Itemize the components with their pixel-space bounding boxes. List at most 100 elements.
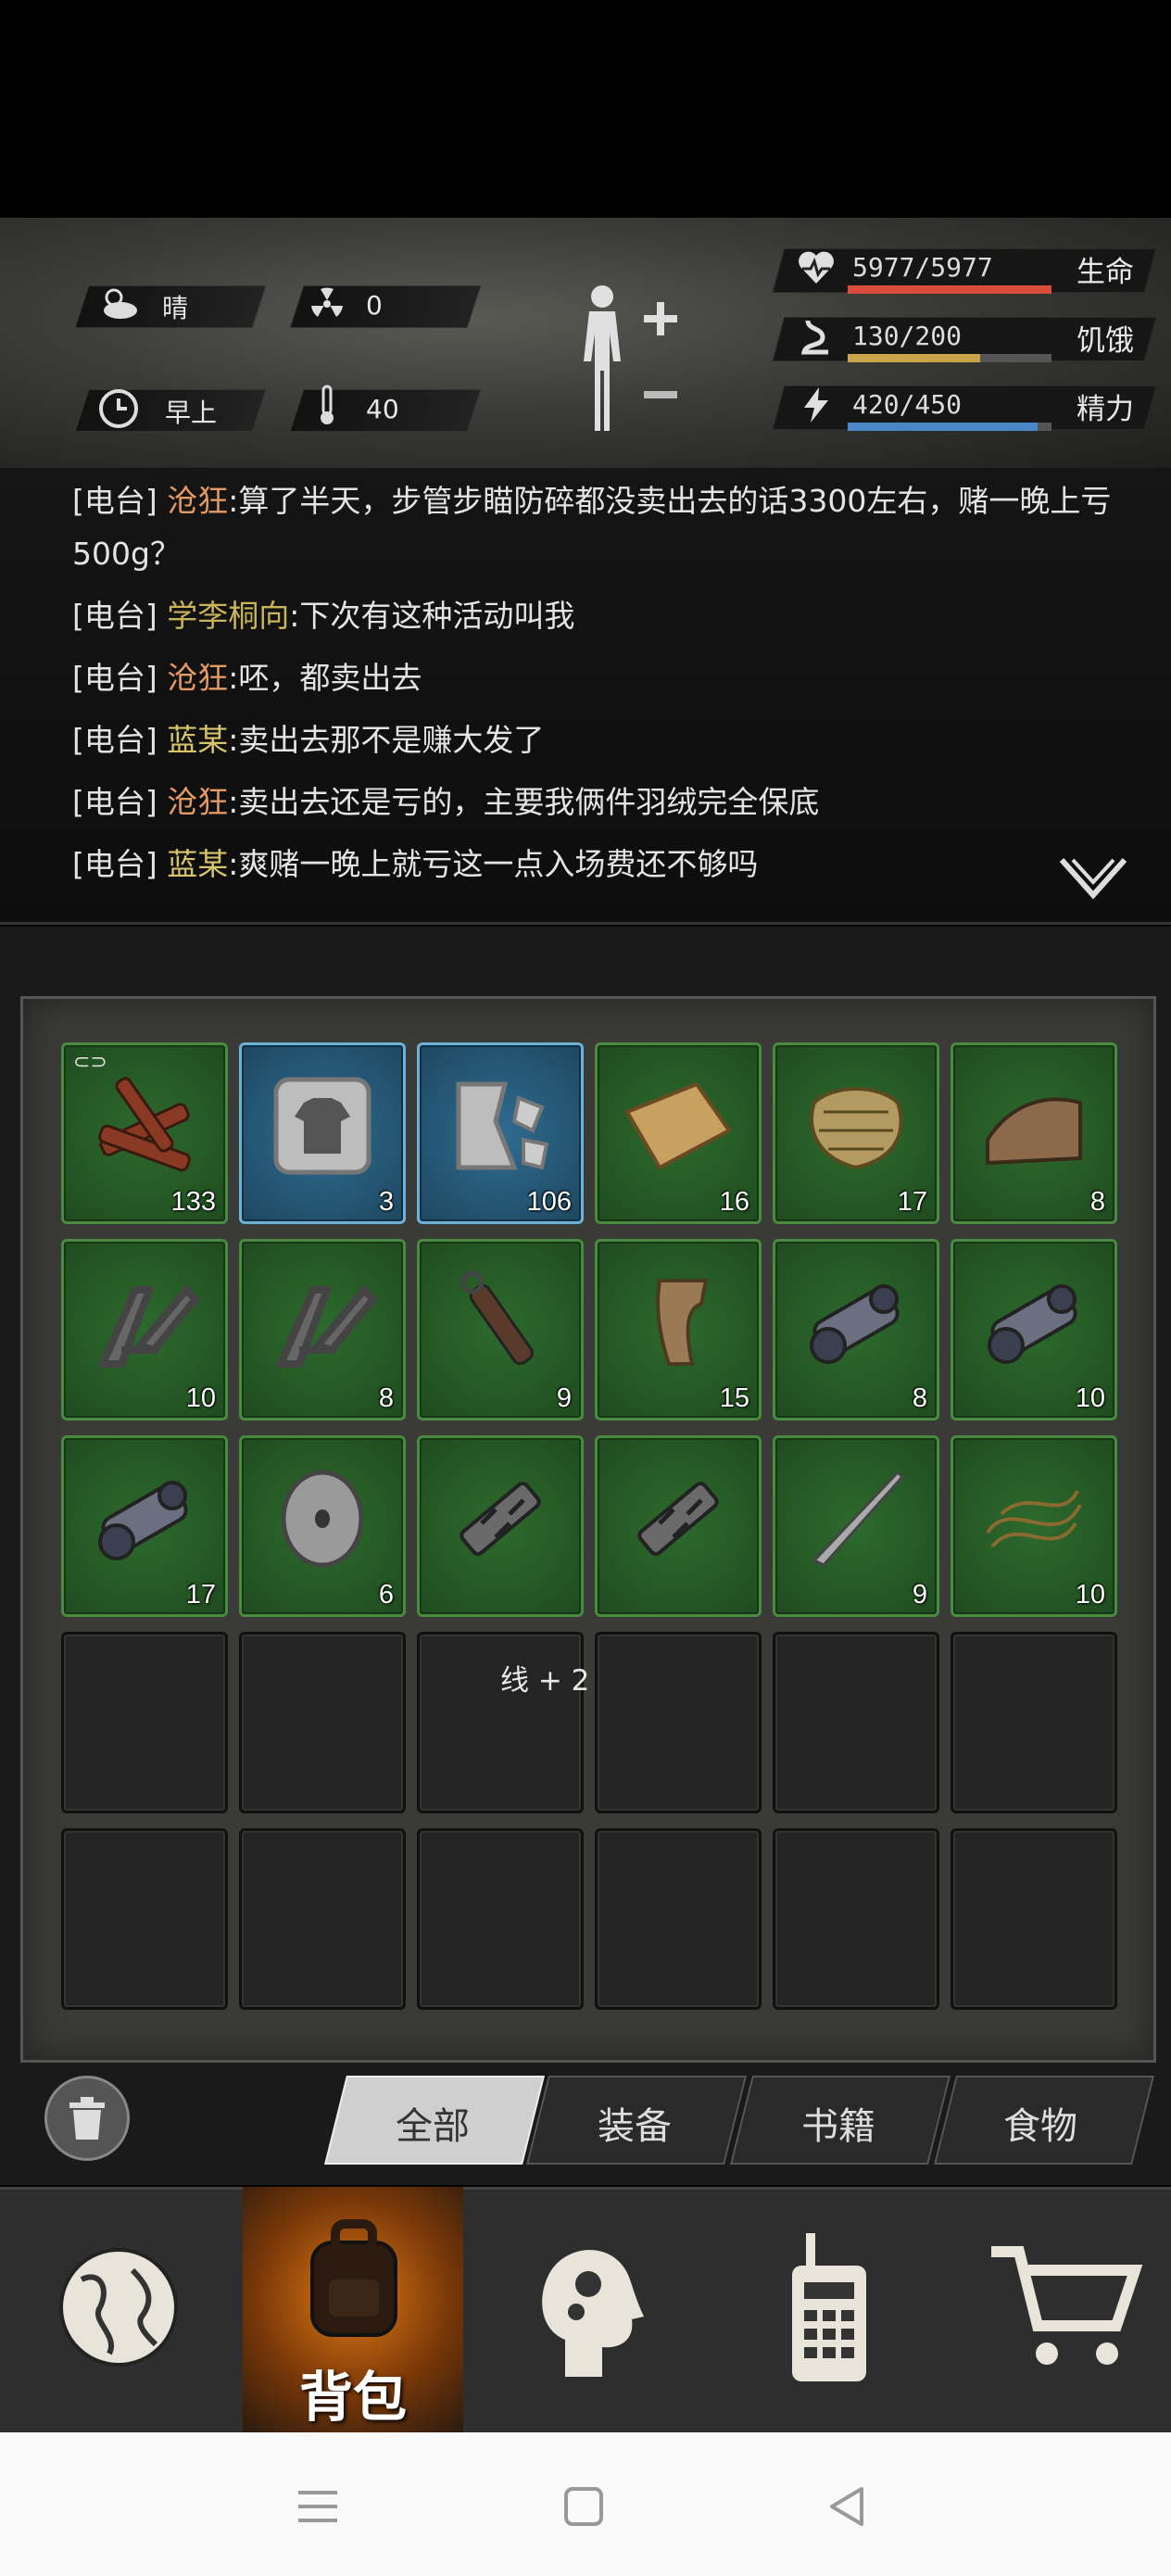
- inventory-slot[interactable]: [595, 1435, 762, 1617]
- tab-books-label: 书籍: [801, 2105, 875, 2148]
- leather-piece-icon: [986, 1097, 1082, 1166]
- body-status-button[interactable]: [565, 278, 686, 445]
- shirt-plate-icon: [273, 1077, 371, 1175]
- floating-gain-text: 线 + 2: [500, 1664, 590, 1698]
- item-count: 10: [185, 1383, 216, 1413]
- item-count: 9: [912, 1580, 927, 1610]
- backpack-icon: [310, 2219, 397, 2337]
- status-bar-area: [0, 0, 1171, 218]
- item-count: 10: [1075, 1580, 1105, 1610]
- hunger-value: 130/200: [852, 321, 963, 351]
- stomach-icon: [800, 320, 828, 355]
- chat-message: [电台] 沧狂:算了半天，步管步瞄防碎都没卖出去的话3300左右，赌一晚上亏50…: [72, 483, 1112, 572]
- rope-icon: [986, 1490, 1082, 1548]
- energy-bar: [848, 423, 1051, 431]
- globe-icon[interactable]: [54, 2233, 183, 2381]
- inventory-slot[interactable]: 17: [61, 1435, 228, 1617]
- health-bar: [848, 285, 1051, 294]
- trash-icon: [69, 2097, 105, 2140]
- grip-tube-icon: [460, 1270, 534, 1365]
- shop-cart-icon[interactable]: [987, 2238, 1144, 2377]
- item-count: 17: [897, 1187, 927, 1217]
- inventory-slot-empty[interactable]: [595, 1632, 762, 1813]
- leather-sheet-icon: [624, 1081, 732, 1170]
- firewood-icon: [98, 1077, 191, 1172]
- skills-head-icon[interactable]: [528, 2229, 648, 2386]
- item-count: 8: [912, 1383, 927, 1413]
- menu-icon[interactable]: [295, 2483, 341, 2530]
- inventory-slot[interactable]: 10: [61, 1239, 228, 1421]
- weather-sun-cloud-icon: [104, 288, 137, 319]
- trash-button[interactable]: [44, 2076, 130, 2161]
- home-icon[interactable]: [560, 2483, 607, 2530]
- inventory-slot[interactable]: 10: [951, 1239, 1117, 1421]
- inventory-slot-empty[interactable]: [951, 1632, 1117, 1813]
- health-value: 5977/5977: [852, 252, 993, 283]
- washer-icon: [281, 1470, 364, 1568]
- energy-label: 精力: [1077, 393, 1134, 426]
- inventory-slot[interactable]: 10: [951, 1435, 1117, 1617]
- inventory-slot[interactable]: ⊂⊃ 133: [61, 1042, 228, 1224]
- hunger-bar: [848, 354, 1051, 362]
- item-count: 106: [526, 1187, 572, 1217]
- inventory-slot[interactable]: 8: [951, 1042, 1117, 1224]
- inventory-slot[interactable]: 106: [417, 1042, 584, 1224]
- foregrip-icon: [96, 1284, 201, 1368]
- backpack-nav-label: 背包: [298, 2366, 407, 2429]
- inventory-slot-empty[interactable]: [951, 1828, 1117, 2010]
- inventory-slot[interactable]: [417, 1435, 584, 1617]
- tab-equipment-label: 装备: [598, 2105, 672, 2148]
- inventory-slot[interactable]: 8: [773, 1239, 939, 1421]
- inventory-slot-empty[interactable]: [773, 1632, 939, 1813]
- inventory-slot[interactable]: 9: [773, 1435, 939, 1617]
- scope-icon: [98, 1481, 188, 1560]
- chevron-down-icon[interactable]: [1056, 851, 1130, 906]
- inventory-slot[interactable]: 8: [239, 1239, 406, 1421]
- muzzle-brake-icon: [460, 1482, 541, 1556]
- scope-icon: [988, 1284, 1077, 1364]
- blade-icon: [812, 1470, 905, 1567]
- inventory-slot[interactable]: 6: [239, 1435, 406, 1617]
- heart-icon: [799, 251, 834, 284]
- inventory-slot[interactable]: 15: [595, 1239, 762, 1421]
- tab-food-label: 食物: [1003, 2105, 1077, 2148]
- energy-value: 420/450: [852, 389, 963, 420]
- inventory-slot[interactable]: 16: [595, 1042, 762, 1224]
- health-label: 生命: [1077, 256, 1134, 289]
- back-icon[interactable]: [825, 2483, 871, 2530]
- chat-message: [电台] 沧狂:卖出去还是亏的，主要我俩件羽绒完全保底: [72, 784, 820, 820]
- temperature-value: 40: [366, 394, 399, 424]
- chat-message: [电台] 沧狂:呸，都卖出去: [72, 660, 422, 696]
- item-count: 6: [378, 1580, 394, 1610]
- time-of-day-label: 早上: [165, 398, 218, 428]
- inventory-slot-empty[interactable]: [595, 1828, 762, 2010]
- inventory-slot[interactable]: 3: [239, 1042, 406, 1224]
- inventory-slot-empty[interactable]: [417, 1828, 584, 2010]
- pistol-grip-icon: [656, 1279, 709, 1366]
- inventory-slot-empty[interactable]: [61, 1632, 228, 1813]
- item-count: 17: [185, 1580, 216, 1610]
- weather-label: 晴: [162, 293, 189, 323]
- scope-icon: [810, 1284, 900, 1364]
- inventory-slot-empty[interactable]: [61, 1828, 228, 2010]
- radiation-icon: [311, 287, 343, 317]
- broken-plate-icon: [456, 1081, 549, 1170]
- chat-message: [电台] 学李桐向:下次有这种活动叫我: [72, 598, 575, 634]
- item-count: 8: [1089, 1187, 1105, 1217]
- tab-all-label: 全部: [396, 2105, 470, 2148]
- inventory-slot-empty[interactable]: [773, 1828, 939, 2010]
- item-count: 8: [378, 1383, 394, 1413]
- inventory-slot[interactable]: 9: [417, 1239, 584, 1421]
- chat-message: [电台] 蓝某:爽赌一晚上就亏这一点入场费还不够吗: [72, 846, 759, 882]
- radio-icon[interactable]: [778, 2229, 880, 2386]
- inventory-slot-empty[interactable]: [239, 1632, 406, 1813]
- chainmail-icon: [810, 1087, 903, 1170]
- inventory-slot[interactable]: 17: [773, 1042, 939, 1224]
- hunger-label: 饥饿: [1077, 324, 1134, 358]
- muzzle-brake-icon: [637, 1482, 719, 1556]
- link-icon: ⊂⊃: [73, 1051, 107, 1074]
- inventory-slot-empty[interactable]: [239, 1828, 406, 2010]
- item-count: 10: [1075, 1383, 1105, 1413]
- clock-icon: [99, 389, 138, 428]
- thermometer-icon: [321, 385, 334, 424]
